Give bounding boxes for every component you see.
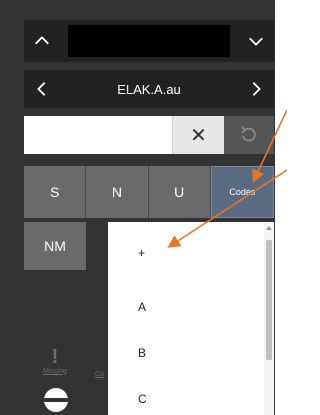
station-nav-row: ELAK.A.au [24,70,274,108]
undo-button[interactable] [224,116,274,154]
dropdown-item-a[interactable]: A [108,284,274,330]
codes-button[interactable]: Codes [210,166,274,218]
chevron-up-icon [35,36,49,45]
missing-label: Missing [43,367,67,375]
undo-icon [241,126,256,142]
next-station-button[interactable] [238,70,274,108]
right-margin [275,0,287,415]
co-label[interactable]: Co [95,371,104,378]
dropdown-item-c[interactable]: C [108,376,274,415]
flag-nm-button[interactable]: NM [24,222,86,270]
input-row: ✕ [24,116,274,154]
circle-minus-icon[interactable] [44,388,68,412]
prev-station-button[interactable] [24,70,60,108]
dropdown-item-b[interactable]: B [108,330,274,376]
clear-button[interactable]: ✕ [172,116,224,154]
scrollbar-thumb[interactable] [266,240,272,360]
up-button[interactable] [24,20,60,62]
missing-button[interactable]: ! Missing [24,338,86,384]
chevron-down-icon [249,37,263,46]
dropdown-item-plus[interactable]: + [108,222,274,284]
value-input[interactable] [24,116,172,154]
codes-dropdown[interactable]: + A B C [108,222,274,415]
chevron-right-icon [252,82,261,96]
down-button[interactable] [238,20,274,62]
station-label: ELAK.A.au [117,81,181,97]
flag-buttons: S N U Codes [24,166,274,218]
nav-row-top [24,20,274,62]
scroll-up-icon[interactable] [266,226,272,230]
close-icon: ✕ [190,124,207,147]
exclamation-icon: ! [51,345,59,368]
redacted-field [68,25,230,57]
dropdown-scrollbar[interactable] [264,222,274,415]
chevron-left-icon [37,82,46,96]
flag-n-button[interactable]: N [86,166,149,218]
control-panel: ELAK.A.au ✕ S N U Codes NM ! Missing Co … [0,0,275,415]
flag-u-button[interactable]: U [148,166,211,218]
flag-s-button[interactable]: S [24,166,87,218]
